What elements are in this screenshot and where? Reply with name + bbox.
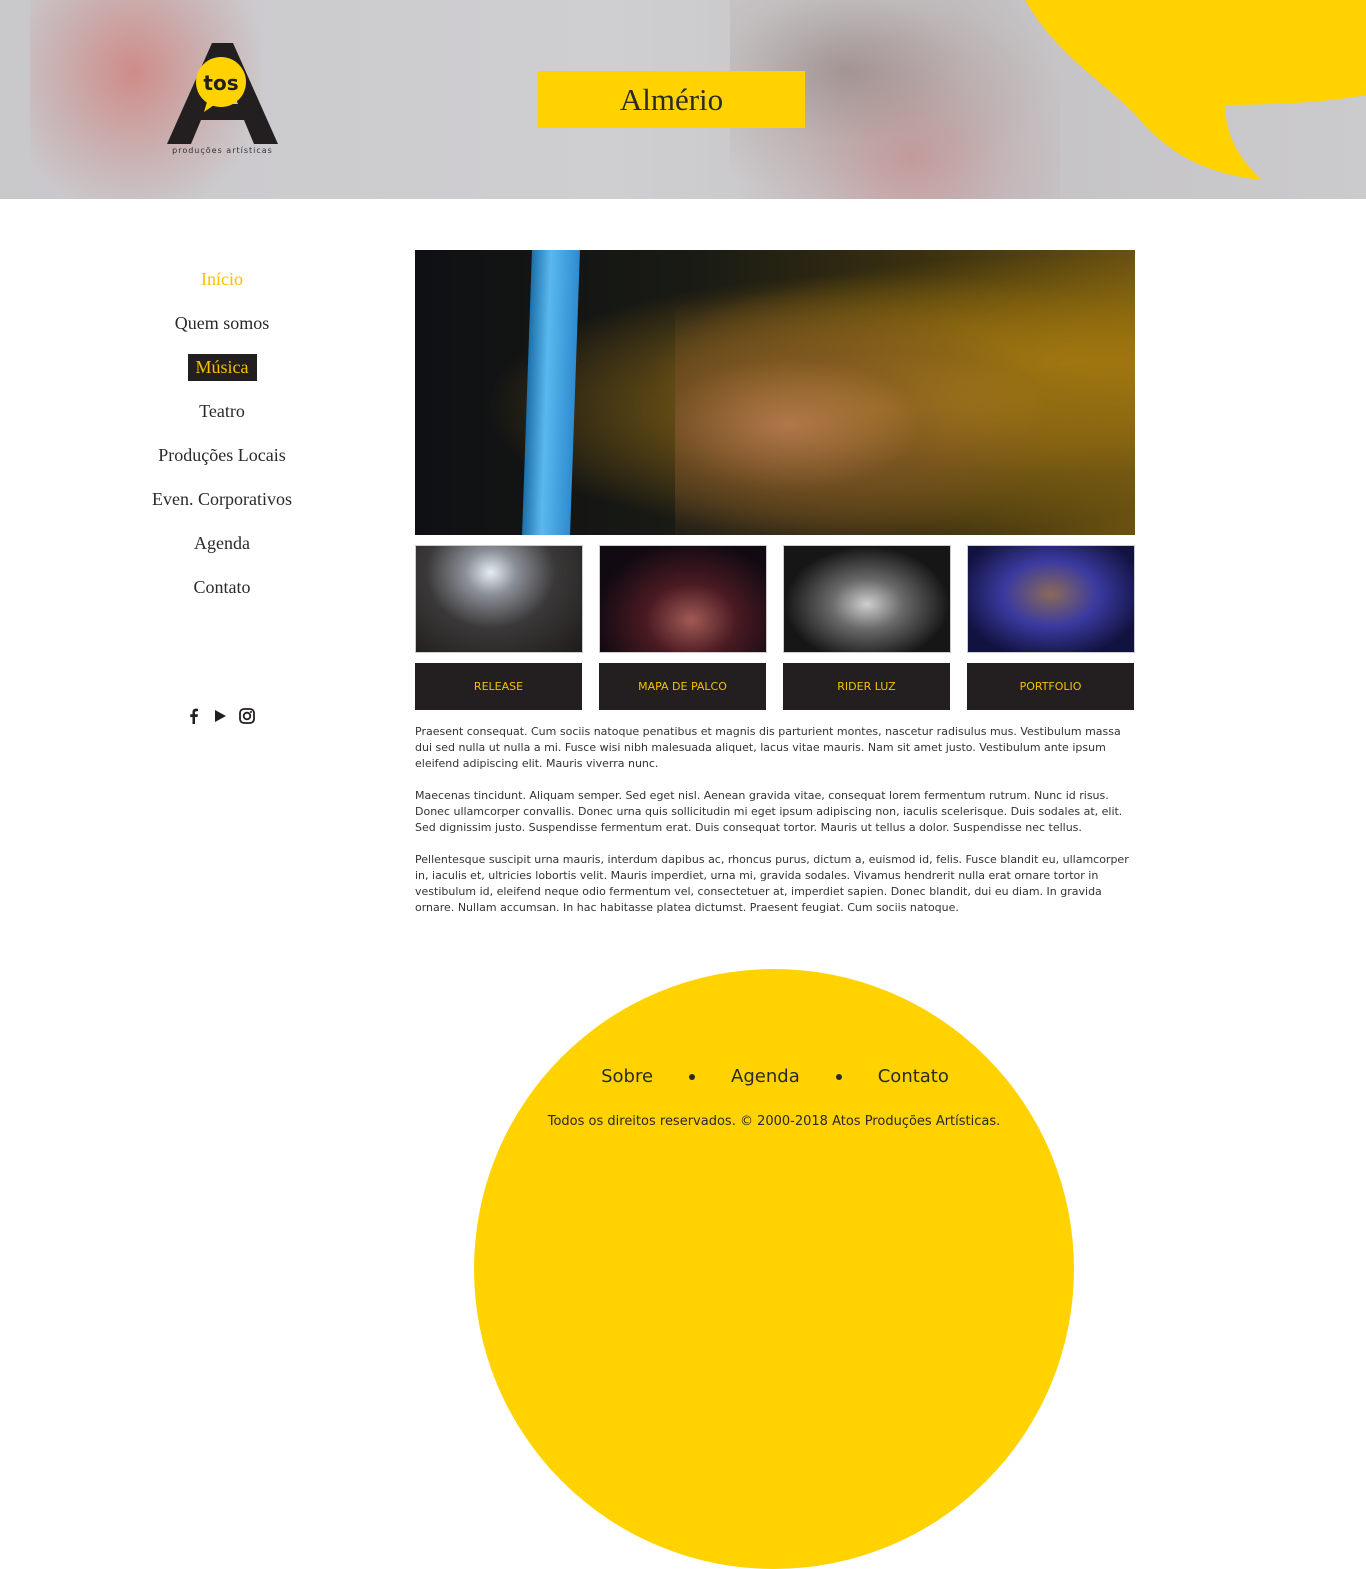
sidebar-item-quem-somos[interactable]: Quem somos (120, 306, 324, 350)
logo-a-icon: tos (167, 43, 278, 144)
gallery-thumbnail[interactable] (415, 545, 583, 653)
release-button[interactable]: RELEASE (415, 663, 582, 710)
footer-link-sobre[interactable]: Sobre (601, 1066, 653, 1087)
footer-separator (689, 1073, 696, 1080)
sidebar-item-label: Agenda (194, 533, 250, 553)
footer-nav: Sobre Agenda Contato (480, 1066, 1070, 1087)
footer-background-circle (474, 969, 1074, 1569)
copyright-text: Todos os direitos reservados. © 2000-201… (547, 1114, 1001, 1129)
logo-text: tos (203, 71, 238, 95)
social-links (186, 707, 256, 725)
sidebar-item-label: Produções Locais (158, 445, 286, 465)
sidebar-item-producoes-locais[interactable]: Produções Locais (120, 438, 324, 482)
header-banner: tos produções artísticas Almério (0, 0, 1366, 199)
instagram-icon[interactable] (238, 707, 256, 725)
logo-subtitle: produções artísticas (172, 146, 273, 155)
sidebar-item-label: Início (201, 269, 243, 289)
paragraph: Praesent consequat. Cum sociis natoque p… (415, 725, 1121, 770)
facebook-icon[interactable] (186, 707, 202, 725)
sidebar-item-contato[interactable]: Contato (120, 570, 324, 614)
sidebar-item-label: Even. Corporativos (152, 489, 292, 509)
footer-link-agenda[interactable]: Agenda (731, 1066, 800, 1087)
site-logo[interactable]: tos produções artísticas (160, 40, 285, 160)
sidebar-nav: Início Quem somos Música Teatro Produçõe… (120, 262, 324, 614)
mapa-de-palco-button[interactable]: MAPA DE PALCO (599, 663, 766, 710)
rider-luz-button[interactable]: RIDER LUZ (783, 663, 950, 710)
portfolio-button[interactable]: PORTFOLIO (967, 663, 1134, 710)
sidebar-item-label: Contato (193, 577, 251, 597)
paragraph: Maecenas tincidunt. Aliquam semper. Sed … (415, 789, 1123, 834)
gallery-thumbnail[interactable] (783, 545, 951, 653)
sidebar-item-label: Teatro (199, 401, 245, 421)
footer-link-contato[interactable]: Contato (878, 1066, 949, 1087)
footer-separator (835, 1073, 842, 1080)
sidebar-item-label: Música (187, 354, 257, 381)
sidebar-item-inicio[interactable]: Início (120, 262, 324, 306)
page-title: Almério (619, 81, 724, 117)
hero-photo (415, 250, 1135, 535)
sidebar-item-musica[interactable]: Música (120, 350, 324, 394)
sidebar-item-label: Quem somos (174, 313, 270, 333)
hero-performer (675, 290, 1055, 535)
page-title-box: Almério (538, 71, 805, 128)
description-text: Praesent consequat. Cum sociis natoque p… (415, 724, 1135, 932)
sidebar-item-teatro[interactable]: Teatro (120, 394, 324, 438)
sidebar-item-eventos-corporativos[interactable]: Even. Corporativos (120, 482, 324, 526)
sidebar-item-agenda[interactable]: Agenda (120, 526, 324, 570)
paragraph: Pellentesque suscipit urna mauris, inter… (415, 853, 1129, 914)
hero-led-panel (522, 250, 580, 535)
play-icon[interactable] (212, 707, 228, 725)
gallery-thumbnail[interactable] (599, 545, 767, 653)
gallery-thumbnail[interactable] (967, 545, 1135, 653)
